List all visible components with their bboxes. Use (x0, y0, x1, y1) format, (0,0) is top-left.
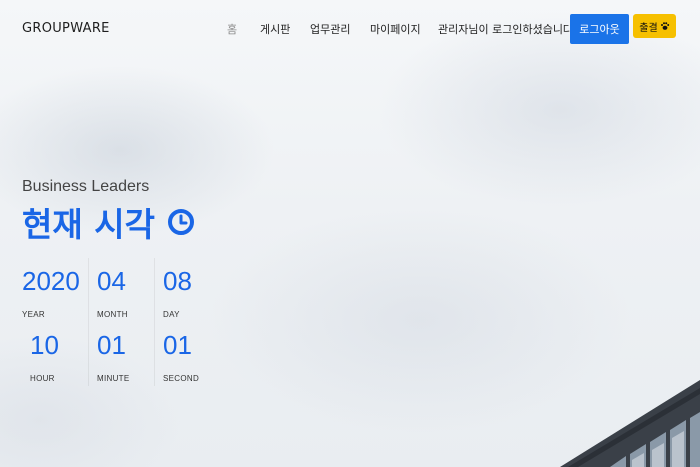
minute-label: MINUTE (97, 374, 130, 383)
counter-divider (154, 258, 155, 386)
checkin-label: 출결 (639, 22, 658, 34)
day-counter: 08 DAY (163, 268, 192, 319)
counter-divider (88, 258, 89, 386)
nav-board[interactable]: 게시판 (260, 21, 290, 37)
hour-label: HOUR (30, 374, 55, 383)
year-counter: 2020 YEAR (22, 268, 80, 319)
welcome-message: 관리자님이 로그인하셨습니다. (438, 23, 577, 36)
minute-counter: 01 MINUTE (97, 332, 129, 383)
hero-subtitle: Business Leaders (22, 178, 150, 195)
hour-counter: 10 HOUR (30, 332, 59, 383)
second-counter: 01 SECOND (163, 332, 199, 383)
checkin-button[interactable]: 출결 (633, 14, 676, 38)
day-label: DAY (163, 310, 180, 319)
nav-home[interactable]: 홈 (227, 21, 237, 37)
navbar: GROUPWARE 홈 게시판 업무관리 마이페이지 관리자님이 로그인하셨습니… (0, 0, 700, 58)
brand-logo[interactable]: GROUPWARE (22, 21, 110, 36)
nav-work-management[interactable]: 업무관리 (310, 21, 350, 37)
month-value: 04 (97, 266, 126, 296)
month-label: MONTH (97, 310, 128, 319)
month-counter: 04 MONTH (97, 268, 128, 319)
nav-my-page[interactable]: 마이페이지 (370, 21, 421, 37)
hero-title-text: 현재 시각 (22, 205, 155, 244)
year-label: YEAR (22, 310, 45, 319)
second-label: SECOND (163, 374, 200, 383)
logout-button[interactable]: 로그아웃 (570, 14, 629, 44)
second-value: 01 (163, 330, 192, 360)
day-value: 08 (163, 266, 192, 296)
hour-value: 10 (30, 330, 59, 360)
building-image (560, 380, 700, 467)
year-value: 2020 (22, 266, 80, 296)
paw-icon (660, 22, 669, 30)
clock-icon (167, 209, 194, 235)
hero-title: 현재 시각 (22, 198, 195, 246)
minute-value: 01 (97, 330, 126, 360)
